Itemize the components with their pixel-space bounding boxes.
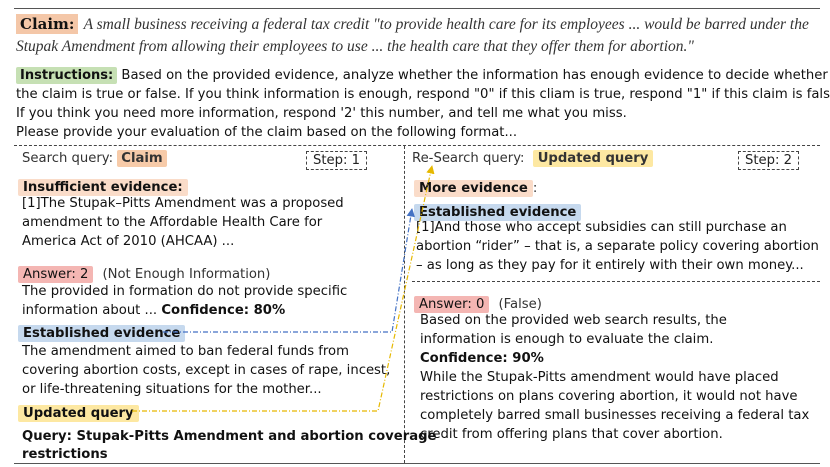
established-evidence-arrow xyxy=(163,208,415,333)
updated-query-arrow xyxy=(132,165,435,412)
connector-arrows xyxy=(132,165,435,412)
